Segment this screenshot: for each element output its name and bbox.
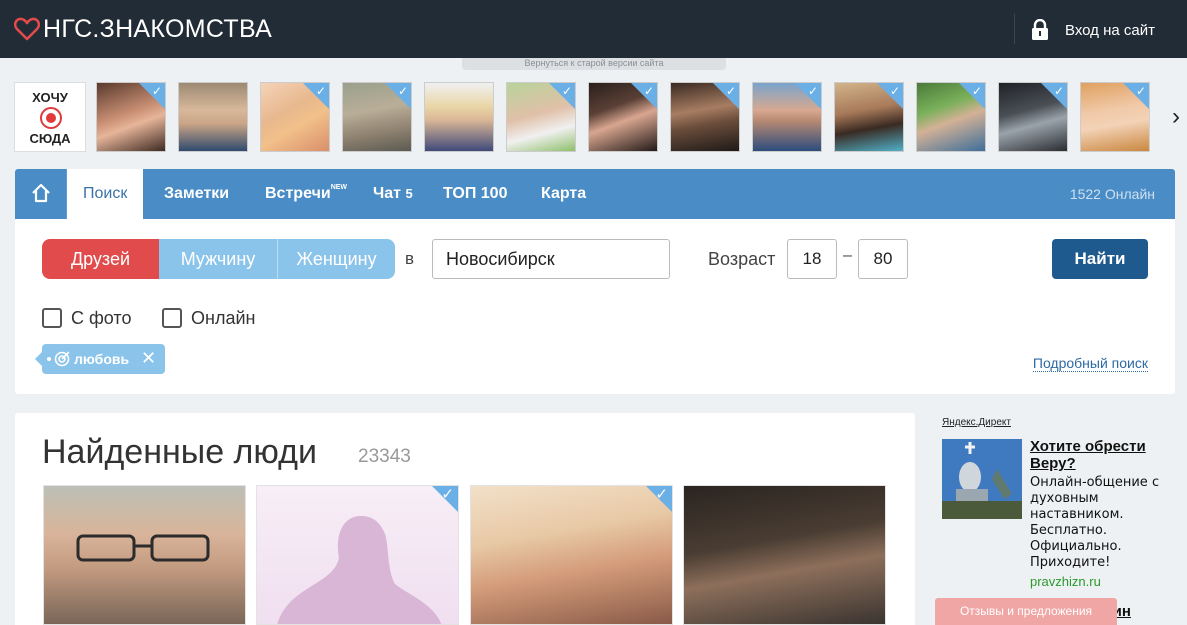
check-icon: ✓ — [643, 84, 654, 98]
profile-thumb[interactable]: ✓ — [670, 82, 740, 152]
online-checkbox-label: Онлайн — [191, 307, 256, 328]
check-icon: ✓ — [807, 84, 818, 98]
age-dash: – — [843, 247, 852, 264]
check-icon: ✓ — [1053, 84, 1064, 98]
lock-icon — [1032, 19, 1048, 40]
tab-top100[interactable]: ТОП 100 — [443, 169, 507, 219]
header-divider — [1014, 14, 1015, 44]
profile-thumb[interactable] — [178, 82, 248, 152]
check-icon: ✓ — [971, 84, 982, 98]
check-icon: ✓ — [441, 486, 454, 503]
photo-strip: ХОЧУ СЮДА ✓ ✓ ✓ ✓ ✓ ✓ ✓ ✓ ✓ ✓ ✓ › — [14, 82, 1180, 152]
profile-card[interactable] — [43, 485, 246, 625]
age-from-input[interactable]: 18 — [787, 239, 837, 279]
ad-text: Онлайн-общение с духовным наставником. Б… — [1030, 475, 1160, 570]
login-label: Вход на сайт — [1065, 21, 1155, 39]
tag-close-icon[interactable]: ✕ — [141, 348, 156, 369]
check-icon: ✓ — [889, 84, 900, 98]
online-counter: 1522 Онлайн — [1069, 186, 1155, 202]
results-title: Найденные люди — [42, 433, 317, 471]
check-icon: ✓ — [725, 84, 736, 98]
site-logo[interactable]: НГС.ЗНАКОМСТВА — [14, 14, 272, 44]
target-icon — [54, 351, 70, 367]
check-icon: ✓ — [397, 84, 408, 98]
profile-thumb[interactable]: ✓ — [260, 82, 330, 152]
seg-men[interactable]: Мужчину — [159, 239, 278, 279]
tab-map[interactable]: Карта — [541, 169, 586, 219]
profile-thumb[interactable]: ✓ — [588, 82, 658, 152]
seg-women[interactable]: Женщину — [278, 239, 395, 279]
feedback-button[interactable]: Отзывы и предложения — [935, 598, 1117, 625]
photo-checkbox-label: С фото — [71, 307, 132, 328]
ad-url[interactable]: pravzhizn.ru — [1030, 574, 1101, 589]
check-icon: ✓ — [561, 84, 572, 98]
check-icon: ✓ — [1135, 84, 1146, 98]
tab-search[interactable]: Поиск — [67, 169, 144, 219]
profile-photo — [76, 534, 210, 562]
profile-card[interactable] — [683, 485, 886, 625]
strip-fade — [1148, 76, 1162, 158]
tab-meetings-label: Встречи — [265, 185, 331, 202]
tab-notes[interactable]: Заметки — [164, 169, 229, 219]
want-here-label-top: ХОЧУ — [32, 90, 68, 105]
heart-logo-icon — [14, 17, 40, 41]
check-icon: ✓ — [655, 486, 668, 503]
check-icon: ✓ — [315, 84, 326, 98]
in-label: в — [405, 249, 415, 268]
profile-card[interactable]: ✓ — [470, 485, 673, 625]
home-button[interactable] — [15, 169, 67, 219]
tag-hole — [47, 357, 51, 361]
photo-checkbox[interactable]: С фото — [42, 307, 131, 329]
profile-thumb[interactable]: ✓ — [752, 82, 822, 152]
record-dot-icon — [40, 107, 62, 129]
search-panel: Поиск Заметки ВстречиNEW Чат 5 ТОП 100 К… — [15, 169, 1175, 394]
profile-card[interactable]: ✓ — [256, 485, 459, 625]
age-to-input[interactable]: 80 — [858, 239, 908, 279]
tab-chat[interactable]: Чат 5 — [373, 169, 413, 219]
logo-text: НГС.ЗНАКОМСТВА — [43, 14, 273, 43]
want-here-label-bottom: СЮДА — [29, 131, 71, 146]
interest-tag: любовь ✕ — [35, 344, 165, 374]
profile-thumb[interactable]: ✓ — [506, 82, 576, 152]
old-version-link[interactable]: Вернуться к старой версии сайта — [462, 58, 726, 70]
results-count: 23343 — [358, 446, 411, 467]
tag-label: любовь — [74, 351, 130, 367]
ad-image[interactable] — [942, 439, 1022, 519]
home-icon — [32, 183, 50, 203]
want-here-button[interactable]: ХОЧУ СЮДА — [14, 82, 86, 152]
checkbox-box[interactable] — [162, 308, 182, 328]
chat-count: 5 — [405, 186, 413, 201]
profile-thumb[interactable] — [424, 82, 494, 152]
profile-thumb[interactable]: ✓ — [998, 82, 1068, 152]
female-placeholder-icon — [277, 516, 442, 624]
profile-thumb[interactable]: ✓ — [342, 82, 412, 152]
online-checkbox[interactable]: Онлайн — [162, 307, 255, 329]
profile-thumb[interactable]: ✓ — [96, 82, 166, 152]
strip-next-arrow-icon[interactable]: › — [1164, 102, 1187, 132]
seg-friends[interactable]: Друзей — [42, 239, 159, 279]
profile-thumb[interactable]: ✓ — [916, 82, 986, 152]
age-label: Возраст — [708, 249, 776, 269]
new-badge: NEW — [330, 184, 348, 191]
login-button[interactable]: Вход на сайт — [1031, 14, 1155, 46]
checkbox-box[interactable] — [42, 308, 62, 328]
advanced-search-link[interactable]: Подробный поиск — [1032, 355, 1148, 372]
top-header: НГС.ЗНАКОМСТВА Вход на сайт — [0, 0, 1187, 58]
find-button[interactable]: Найти — [1052, 239, 1148, 279]
profile-thumb[interactable]: ✓ — [834, 82, 904, 152]
church-image — [942, 439, 1022, 519]
check-icon: ✓ — [151, 84, 162, 98]
ads-label[interactable]: Яндекс.Директ — [942, 417, 1011, 428]
profile-thumb[interactable]: ✓ — [1080, 82, 1150, 152]
city-input[interactable]: Новосибирск — [432, 239, 670, 279]
main-nav: Поиск Заметки ВстречиNEW Чат 5 ТОП 100 К… — [15, 169, 1175, 219]
tab-chat-label: Чат — [373, 185, 401, 202]
ad-title[interactable]: Хотите обрести Веру? — [1030, 438, 1170, 472]
results-section: Найденные люди 23343 ✓ ✓ — [15, 413, 915, 625]
tab-meetings[interactable]: ВстречиNEW — [265, 169, 347, 219]
